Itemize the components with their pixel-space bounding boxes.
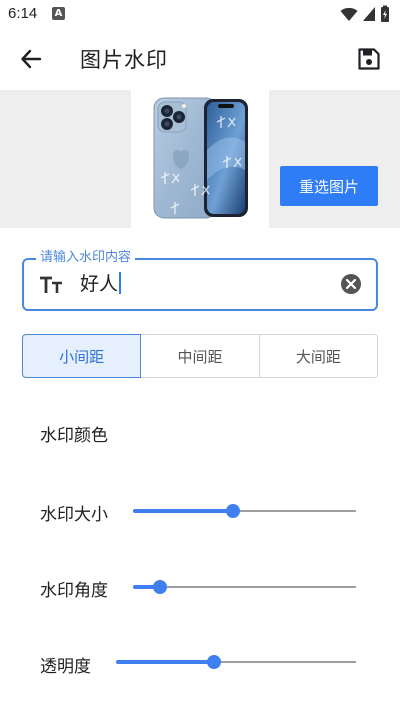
slider-thumb[interactable] (226, 504, 241, 518)
reselect-image-button[interactable]: 重选图片 (280, 166, 378, 206)
spacing-small-option[interactable]: 小间距 (22, 334, 142, 378)
watermark-text-content: 好人 (80, 273, 119, 295)
slider-fill (133, 509, 234, 513)
clear-text-icon[interactable] (340, 273, 362, 295)
watermark-size-label: 水印大小 (40, 505, 108, 525)
wifi-icon (340, 7, 358, 21)
watermark-text-value[interactable]: 好人 (80, 271, 122, 297)
watermark-size-slider[interactable] (133, 501, 356, 521)
back-button[interactable] (14, 42, 48, 76)
watermark-text-label: 请输入水印内容 (36, 250, 136, 266)
image-preview-area: 重选图片 (0, 90, 400, 228)
watermark-angle-label: 水印角度 (40, 581, 108, 601)
opacity-label: 透明度 (40, 657, 91, 677)
notification-app-icon: A (52, 7, 65, 20)
watermark-angle-slider[interactable] (133, 577, 356, 597)
image-preview (131, 90, 269, 228)
slider-fill (116, 660, 215, 664)
text-size-icon (40, 276, 62, 293)
spacing-large-option[interactable]: 大间距 (258, 334, 378, 378)
text-cursor (119, 272, 122, 294)
status-time: 6:14 (8, 5, 38, 22)
slider-thumb[interactable] (207, 655, 222, 669)
opacity-slider[interactable] (116, 652, 356, 672)
spacing-segmented-control: 小间距 中间距 大间距 (22, 334, 378, 378)
status-bar: 6:14 A (0, 0, 400, 28)
signal-icon (363, 7, 375, 21)
spacing-medium-option[interactable]: 中间距 (140, 334, 260, 378)
save-icon (358, 48, 380, 70)
arrow-back-icon (21, 49, 42, 69)
save-button[interactable] (352, 42, 386, 76)
battery-charging-icon (381, 5, 389, 22)
app-bar: 图片水印 (0, 28, 400, 88)
page-title: 图片水印 (80, 48, 168, 72)
status-icons (340, 5, 390, 23)
phone-photo (153, 97, 248, 219)
watermark-text-field[interactable]: 请输入水印内容 好人 (22, 250, 378, 311)
slider-thumb[interactable] (152, 580, 167, 594)
watermark-color-label[interactable]: 水印颜色 (40, 421, 108, 446)
